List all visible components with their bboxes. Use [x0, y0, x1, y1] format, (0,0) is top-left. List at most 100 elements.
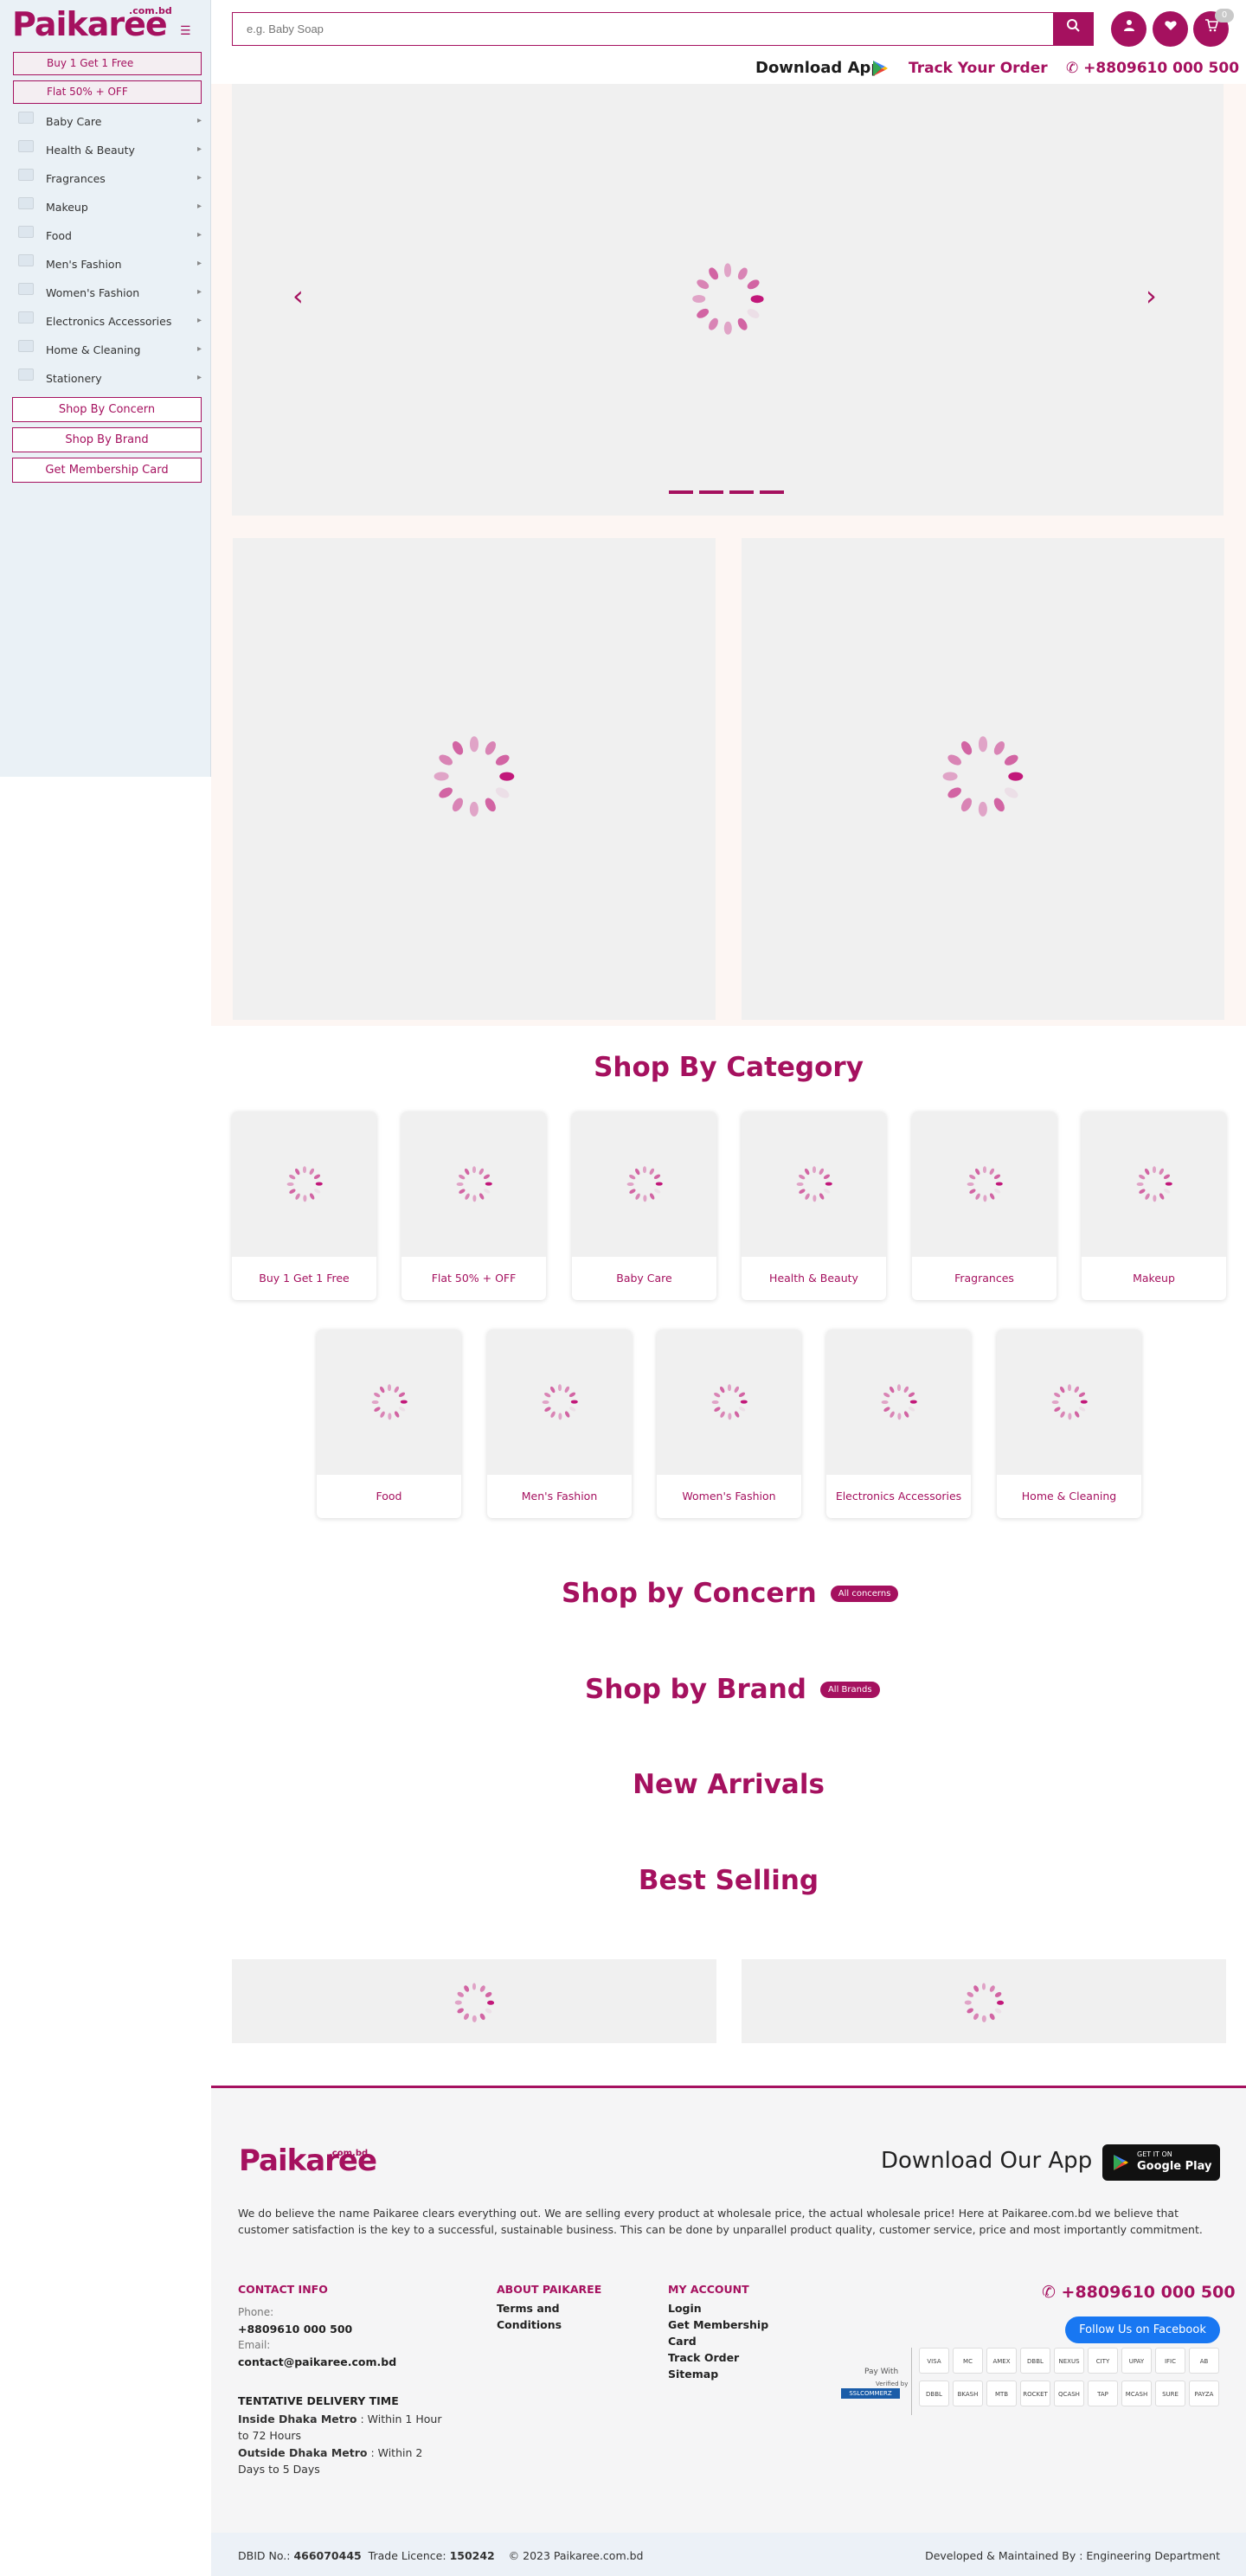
login-link[interactable]: Login — [668, 2300, 702, 2316]
slider-dot[interactable] — [669, 490, 693, 494]
spinner-petal — [727, 1384, 732, 1391]
footer-email[interactable]: contact@paikaree.com.bd — [238, 2355, 396, 2368]
sidebar-item-mens-fashion[interactable]: Men's Fashion ▸ — [13, 250, 202, 279]
sidebar-item-label: Electronics Accessories — [46, 315, 172, 328]
spinner-petal — [823, 1173, 831, 1181]
google-play-icon[interactable] — [870, 59, 890, 78]
slider-dot[interactable] — [760, 490, 784, 494]
trade-value: 150242 — [449, 2549, 495, 2562]
spinner-petal — [458, 1188, 466, 1195]
promo-banner-right[interactable] — [742, 538, 1224, 1020]
category-card-mens-fashion[interactable]: Men's Fashion — [487, 1330, 632, 1518]
footer-phone[interactable]: +8809610 000 500 — [238, 2323, 352, 2336]
sidebar-item-baby-care[interactable]: Baby Care ▸ — [13, 107, 202, 136]
download-app-link[interactable]: Download App — [755, 59, 882, 77]
sidebar-item-health-beauty[interactable]: Health & Beauty ▸ — [13, 136, 202, 164]
spinner-petal — [308, 1168, 316, 1176]
delivery-inside: Inside Dhaka Metro : Within 1 Hour to 72… — [238, 2411, 446, 2444]
category-card-electronics[interactable]: Electronics Accessories — [826, 1330, 971, 1518]
spinner-petal — [803, 1168, 811, 1176]
shop-by-concern-button[interactable]: Shop By Concern — [12, 397, 202, 422]
category-card-makeup[interactable]: Makeup — [1082, 1112, 1226, 1300]
all-concerns-button[interactable]: All concerns — [830, 1585, 899, 1602]
track-order-footer-link[interactable]: Track Order — [668, 2349, 739, 2366]
spinner-petal — [888, 1411, 896, 1419]
track-order-link[interactable]: Track Your Order — [909, 60, 1048, 77]
sidebar-item-makeup[interactable]: Makeup ▸ — [13, 193, 202, 221]
promo-banner-left[interactable] — [233, 538, 716, 1020]
sidebar-item-fragrances[interactable]: Fragrances ▸ — [13, 164, 202, 193]
spinner-petal — [478, 1168, 485, 1176]
spinner-petal — [798, 1188, 806, 1195]
best-selling-loader-left — [232, 1959, 716, 2043]
spinner-petal — [398, 1406, 406, 1413]
sidebar-promo-flat50[interactable]: Flat 50% + OFF — [13, 80, 202, 104]
footer-big-phone[interactable]: ✆ +8809610 000 500 — [1042, 2283, 1236, 2302]
logo[interactable]: Paikaree .com.bd — [12, 5, 172, 43]
membership-link[interactable]: Get Membership Card — [668, 2316, 780, 2349]
sslcommerz-logo: SSLCOMMERZ — [841, 2388, 900, 2399]
category-card-home-cleaning[interactable]: Home & Cleaning — [997, 1330, 1141, 1518]
category-thumb-icon — [18, 340, 34, 352]
spinner-petal — [738, 1406, 746, 1413]
slider-prev-icon[interactable]: ‹ — [292, 282, 305, 310]
footer-bottom-bar: DBID No.: 466070445 Trade Licence: 15024… — [211, 2533, 1246, 2576]
hero-slider[interactable]: ‹ › — [232, 84, 1224, 516]
payment-badge-icon: MCASH — [1121, 2381, 1152, 2406]
all-brands-button[interactable]: All Brands — [819, 1681, 880, 1698]
category-card-baby-care[interactable]: Baby Care — [572, 1112, 716, 1300]
spinner-petal — [713, 1406, 721, 1413]
sidebar-item-womens-fashion[interactable]: Women's Fashion ▸ — [13, 279, 202, 307]
category-card-health-beauty[interactable]: Health & Beauty — [742, 1112, 886, 1300]
delivery-outside: Outside Dhaka Metro : Within 2 Days to 5… — [238, 2445, 446, 2477]
slider-dot[interactable] — [729, 490, 754, 494]
spinner-petal — [642, 1195, 647, 1202]
menu-toggle-icon[interactable]: ☰ — [180, 24, 192, 40]
payment-badge-icon: QCASH — [1054, 2381, 1084, 2406]
payment-badge-icon: ROCKET — [1020, 2381, 1050, 2406]
category-card-label: Flat 50% + OFF — [431, 1272, 517, 1285]
spinner-petal — [1081, 1400, 1088, 1405]
sidebar: Paikaree .com.bd ☰ Buy 1 Get 1 Free Flat… — [0, 0, 211, 777]
slider-dot[interactable] — [699, 490, 723, 494]
search-button[interactable] — [1053, 13, 1093, 45]
sidebar-item-stationery[interactable]: Stationery ▸ — [13, 364, 202, 393]
category-card-fragrances[interactable]: Fragrances — [912, 1112, 1057, 1300]
category-thumb-icon — [18, 226, 34, 238]
sidebar-promo-buy1get1[interactable]: Buy 1 Get 1 Free — [13, 52, 202, 75]
category-card-flat50[interactable]: Flat 50% + OFF — [401, 1112, 546, 1300]
sidebar-item-home-cleaning[interactable]: Home & Cleaning ▸ — [13, 336, 202, 364]
best-selling-title: Best Selling — [638, 1865, 819, 1896]
spinner-petal — [691, 295, 706, 304]
slider-next-icon[interactable]: › — [1146, 282, 1158, 310]
spinner-petal — [563, 1411, 571, 1419]
spinner-petal — [803, 1193, 811, 1201]
spinner-petal — [982, 1195, 987, 1202]
sidebar-item-food[interactable]: Food ▸ — [13, 221, 202, 250]
sidebar-item-electronics[interactable]: Electronics Accessories ▸ — [13, 307, 202, 336]
category-card-food[interactable]: Food — [317, 1330, 461, 1518]
terms-link[interactable]: Terms and Conditions — [497, 2300, 575, 2333]
spinner-petal — [723, 263, 732, 277]
category-list: Baby Care ▸ Health & Beauty ▸ Fragrances ▸ … — [13, 107, 202, 393]
search-input[interactable] — [233, 13, 1053, 45]
spinner-petal — [1002, 785, 1020, 801]
spinner-petal — [1067, 1384, 1072, 1391]
spinner-petal — [302, 1195, 307, 1202]
membership-card-button[interactable]: Get Membership Card — [12, 458, 202, 483]
spinner-petal — [713, 1391, 721, 1399]
google-play-badge[interactable]: GET IT ON Google Play — [1102, 2144, 1220, 2181]
sitemap-link[interactable]: Sitemap — [668, 2366, 718, 2382]
category-card-buy1get1[interactable]: Buy 1 Get 1 Free — [232, 1112, 376, 1300]
spinner-petal — [483, 740, 498, 758]
facebook-follow-button[interactable]: Follow Us on Facebook — [1065, 2316, 1220, 2343]
cart-button[interactable]: 0 — [1193, 9, 1234, 47]
category-card-womens-fashion[interactable]: Women's Fashion — [657, 1330, 801, 1518]
header-phone[interactable]: ✆ +8809610 000 500 — [1066, 60, 1239, 77]
spinner-petal — [738, 1391, 746, 1399]
wishlist-button[interactable] — [1153, 11, 1188, 47]
shop-by-brand-button[interactable]: Shop By Brand — [12, 427, 202, 452]
user-button[interactable] — [1111, 11, 1146, 47]
spinner-petal — [293, 1193, 301, 1201]
spinner-petal — [371, 1400, 379, 1405]
